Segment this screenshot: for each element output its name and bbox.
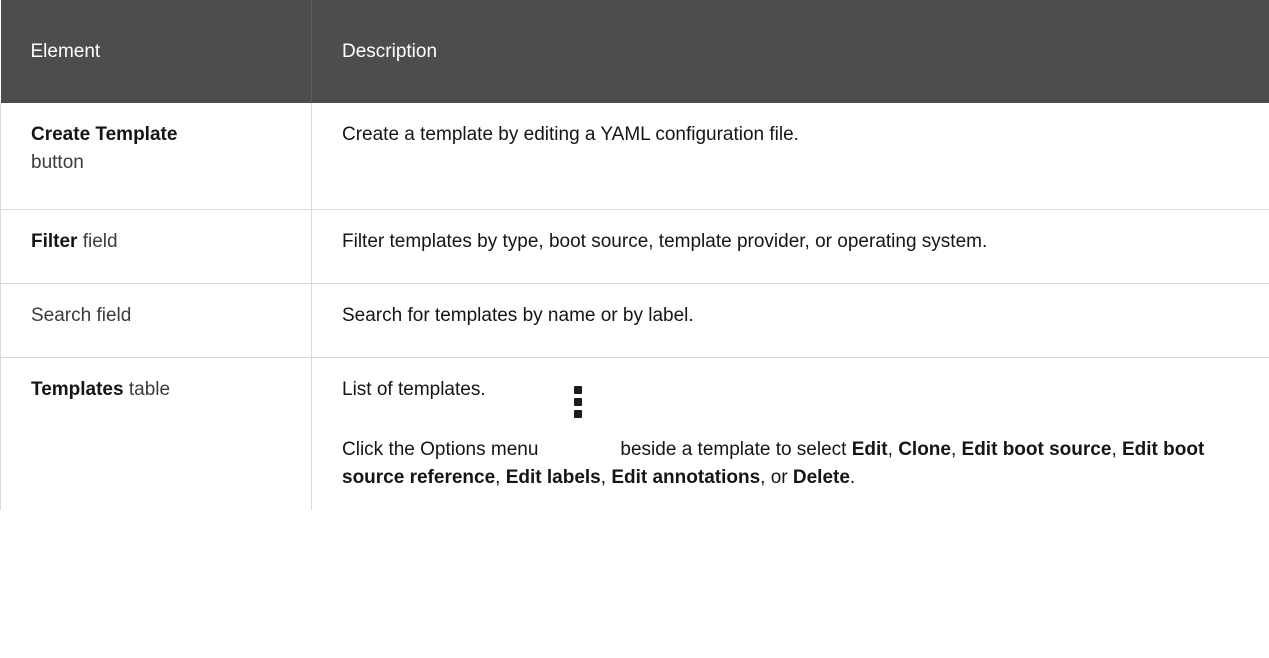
action-clone: Clone [898, 439, 951, 460]
action-delete: Delete [792, 467, 850, 488]
options-middle: beside a template to select [620, 439, 852, 460]
element-cell: Templates table [0, 357, 312, 510]
element-name: Filter [31, 231, 78, 252]
table-header: Element Description [0, 0, 1269, 103]
description-cell: Create a template by editing a YAML conf… [311, 103, 1269, 210]
action-edit-boot-source: Edit boot source [961, 439, 1112, 460]
action-edit: Edit [851, 439, 888, 460]
element-name: Create Template [31, 124, 178, 145]
description-options-paragraph: Click the Options menu beside a template … [342, 386, 1252, 492]
description-cell: Filter templates by type, boot source, t… [311, 209, 1269, 284]
element-cell: Create Template button [0, 103, 312, 210]
table-row: Create Template button Create a template… [0, 103, 1269, 210]
elements-table: Element Description Create Template butt… [0, 0, 1269, 510]
element-name: Templates [31, 379, 124, 400]
description-text: Filter templates by type, boot source, t… [342, 231, 988, 252]
element-name: Search field [31, 305, 132, 326]
header-description: Description [342, 40, 438, 62]
description-cell: List of templates. Click the Options men… [311, 357, 1269, 510]
table-row: Filter field Filter templates by type, b… [0, 209, 1269, 284]
description-text: Search for templates by name or by label… [342, 305, 694, 326]
action-edit-labels: Edit labels [505, 467, 601, 488]
options-prefix: Click the Options menu [342, 439, 539, 460]
header-element: Element [0, 0, 312, 103]
action-edit-annotations: Edit annotations [611, 467, 761, 488]
description-text: Create a template by editing a YAML conf… [342, 124, 799, 145]
table-row: Templates table List of templates. Click… [0, 357, 1269, 510]
table-row: Search field Search for templates by nam… [0, 283, 1269, 358]
description-text: List of templates. [342, 379, 486, 400]
element-suffix: table [123, 379, 171, 400]
description-cell: Search for templates by name or by label… [311, 283, 1269, 358]
kebab-vertical-icon [574, 386, 583, 426]
element-suffix: button [31, 152, 84, 173]
element-cell: Search field [0, 283, 312, 358]
element-cell: Filter field [0, 209, 312, 284]
element-suffix: field [77, 231, 118, 252]
